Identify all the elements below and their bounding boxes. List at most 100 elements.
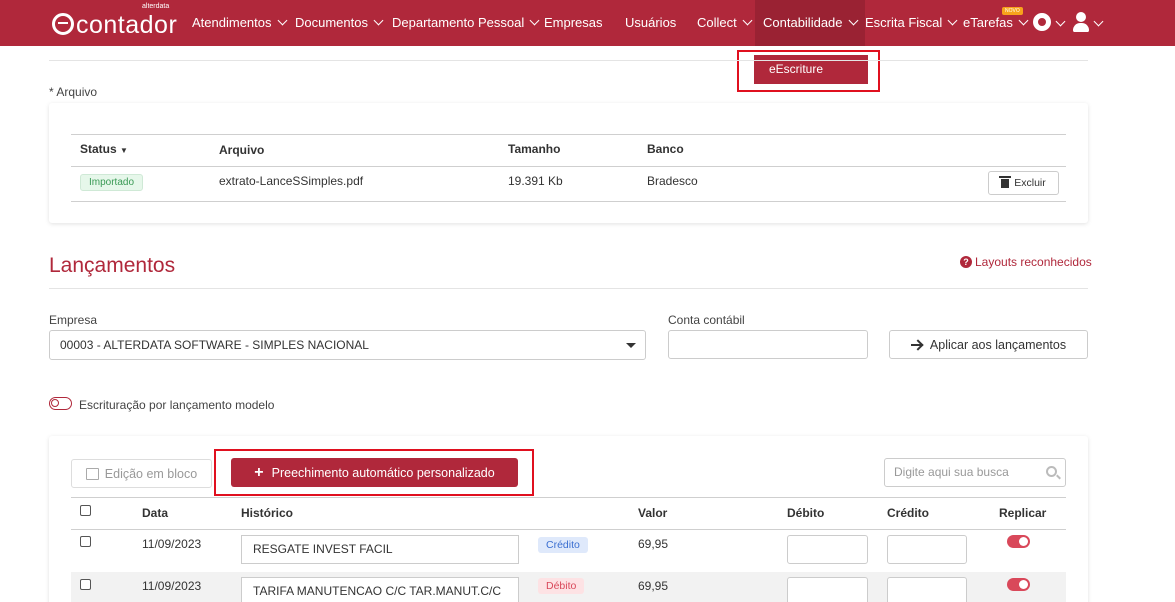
table-header-border — [71, 529, 1066, 530]
highlight-box — [737, 50, 880, 92]
chevron-down-icon[interactable] — [1055, 16, 1066, 27]
conta-input[interactable] — [668, 330, 868, 359]
chevron-down-icon — [529, 15, 540, 26]
table-top-border — [71, 497, 1066, 498]
highlight-box — [214, 449, 534, 496]
historico-input[interactable]: RESGATE INVEST FACIL — [241, 535, 519, 564]
table-bottom-border — [71, 201, 1066, 202]
nav-label: Departamento Pessoal — [392, 15, 525, 30]
logo-text: contador — [76, 10, 178, 39]
logo-e-icon — [52, 13, 74, 35]
file-bank: Bradesco — [647, 174, 698, 188]
historico-input[interactable]: TARIFA MANUTENCAO C/C TAR.MANUT.C/C — [241, 577, 519, 602]
header-replicar: Replicar — [999, 506, 1047, 520]
nav-label: Escrita Fiscal — [865, 15, 943, 30]
table-header-border — [71, 166, 1066, 167]
nav-atendimentos[interactable]: Atendimentos — [192, 0, 287, 46]
caret-down-icon: ▼ — [120, 146, 128, 155]
nav-escrita-fiscal[interactable]: Escrita Fiscal — [865, 0, 958, 46]
replicar-toggle[interactable] — [1007, 535, 1030, 548]
credito-input[interactable] — [887, 535, 967, 564]
modelo-toggle[interactable] — [49, 397, 72, 410]
caret-down-icon — [626, 343, 636, 348]
nav-documentos[interactable]: Documentos — [295, 0, 384, 46]
header-historico: Histórico — [241, 506, 294, 520]
chevron-down-icon — [947, 15, 958, 26]
user-icon[interactable] — [1076, 12, 1086, 22]
arrow-right-icon — [910, 343, 922, 346]
chevron-down-icon — [742, 15, 753, 26]
logo[interactable]: contador — [52, 8, 177, 40]
toggle-label: Escrituração por lançamento modelo — [79, 398, 275, 412]
nav-label: Collect — [697, 15, 737, 30]
row-value: 69,95 — [638, 579, 669, 593]
file-size: 19.391 Kb — [508, 174, 563, 188]
row-checkbox[interactable] — [80, 579, 91, 590]
header-status[interactable]: Status ▼ — [80, 142, 128, 156]
header-tamanho: Tamanho — [508, 142, 561, 156]
table-top-border — [71, 134, 1066, 135]
nav-empresas[interactable]: Empresas — [544, 0, 603, 46]
novo-badge: NOVO — [1002, 7, 1023, 15]
empresa-select[interactable]: 00003 - ALTERDATA SOFTWARE - SIMPLES NAC… — [49, 330, 646, 360]
arquivo-card — [49, 103, 1088, 223]
edit-icon — [85, 467, 99, 480]
file-name: extrato-LanceSSimples.pdf — [219, 174, 364, 188]
arquivo-label: * Arquivo — [49, 85, 98, 99]
credito-tag: Crédito — [538, 537, 588, 553]
divider — [49, 288, 1088, 289]
credito-input[interactable] — [887, 577, 967, 602]
select-all-checkbox[interactable] — [80, 505, 91, 516]
row-checkbox[interactable] — [80, 536, 91, 547]
nav-label: Atendimentos — [192, 15, 272, 30]
aplicar-button[interactable]: Aplicar aos lançamentos — [889, 330, 1088, 359]
layouts-link[interactable]: ? Layouts reconhecidos — [960, 255, 1092, 269]
header-status-label: Status — [80, 142, 117, 156]
nav-collect[interactable]: Collect — [697, 0, 753, 46]
empresa-label: Empresa — [49, 313, 98, 327]
search-icon — [1046, 466, 1057, 477]
debito-input[interactable] — [787, 577, 868, 602]
excluir-label: Excluir — [1014, 177, 1046, 189]
header-valor: Valor — [638, 506, 668, 520]
nav-departamento-pessoal[interactable]: Departamento Pessoal — [392, 0, 540, 46]
gear-icon[interactable] — [1033, 13, 1051, 31]
nav-label: Empresas — [544, 15, 603, 30]
nav-label: Usuários — [625, 15, 677, 30]
debito-tag: Débito — [538, 578, 585, 594]
layouts-link-label: Layouts reconhecidos — [975, 255, 1092, 269]
search-input[interactable]: Digite aqui sua busca — [884, 458, 1066, 487]
chevron-down-icon — [848, 15, 858, 26]
row-date: 11/09/2023 — [142, 537, 202, 551]
edicao-label: Edição em bloco — [104, 466, 198, 481]
logo-subtitle: alterdata — [142, 3, 170, 10]
header-debito: Débito — [787, 506, 825, 520]
empresa-value: 00003 - ALTERDATA SOFTWARE - SIMPLES NAC… — [60, 338, 369, 352]
row-date: 11/09/2023 — [142, 579, 202, 593]
section-title: Lançamentos — [49, 254, 176, 277]
status-badge: Importado — [80, 174, 144, 191]
chevron-down-icon — [1018, 15, 1029, 26]
user-icon-body[interactable] — [1073, 23, 1089, 32]
nav-label: Documentos — [295, 15, 368, 30]
nav-contabilidade[interactable]: Contabilidade — [755, 0, 865, 46]
aplicar-label: Aplicar aos lançamentos — [929, 337, 1067, 352]
question-icon: ? — [960, 256, 972, 268]
chevron-down-icon[interactable] — [1093, 16, 1104, 27]
nav-label: eTarefas — [963, 15, 1013, 30]
row-value: 69,95 — [638, 537, 669, 551]
nav-usuarios[interactable]: Usuários — [625, 0, 676, 46]
header-data: Data — [142, 506, 169, 520]
header-credito: Crédito — [887, 506, 929, 520]
header-arquivo: Arquivo — [219, 143, 265, 157]
chevron-down-icon — [277, 15, 287, 26]
nav-label: Contabilidade — [763, 15, 843, 30]
replicar-toggle[interactable] — [1007, 578, 1030, 591]
debito-input[interactable] — [787, 535, 868, 564]
excluir-button[interactable]: Excluir — [988, 171, 1059, 195]
trash-icon — [999, 175, 1012, 188]
divider — [49, 60, 1088, 61]
chevron-down-icon — [373, 15, 384, 26]
edicao-em-bloco-button[interactable]: Edição em bloco — [71, 459, 212, 488]
header-banco: Banco — [647, 142, 684, 156]
